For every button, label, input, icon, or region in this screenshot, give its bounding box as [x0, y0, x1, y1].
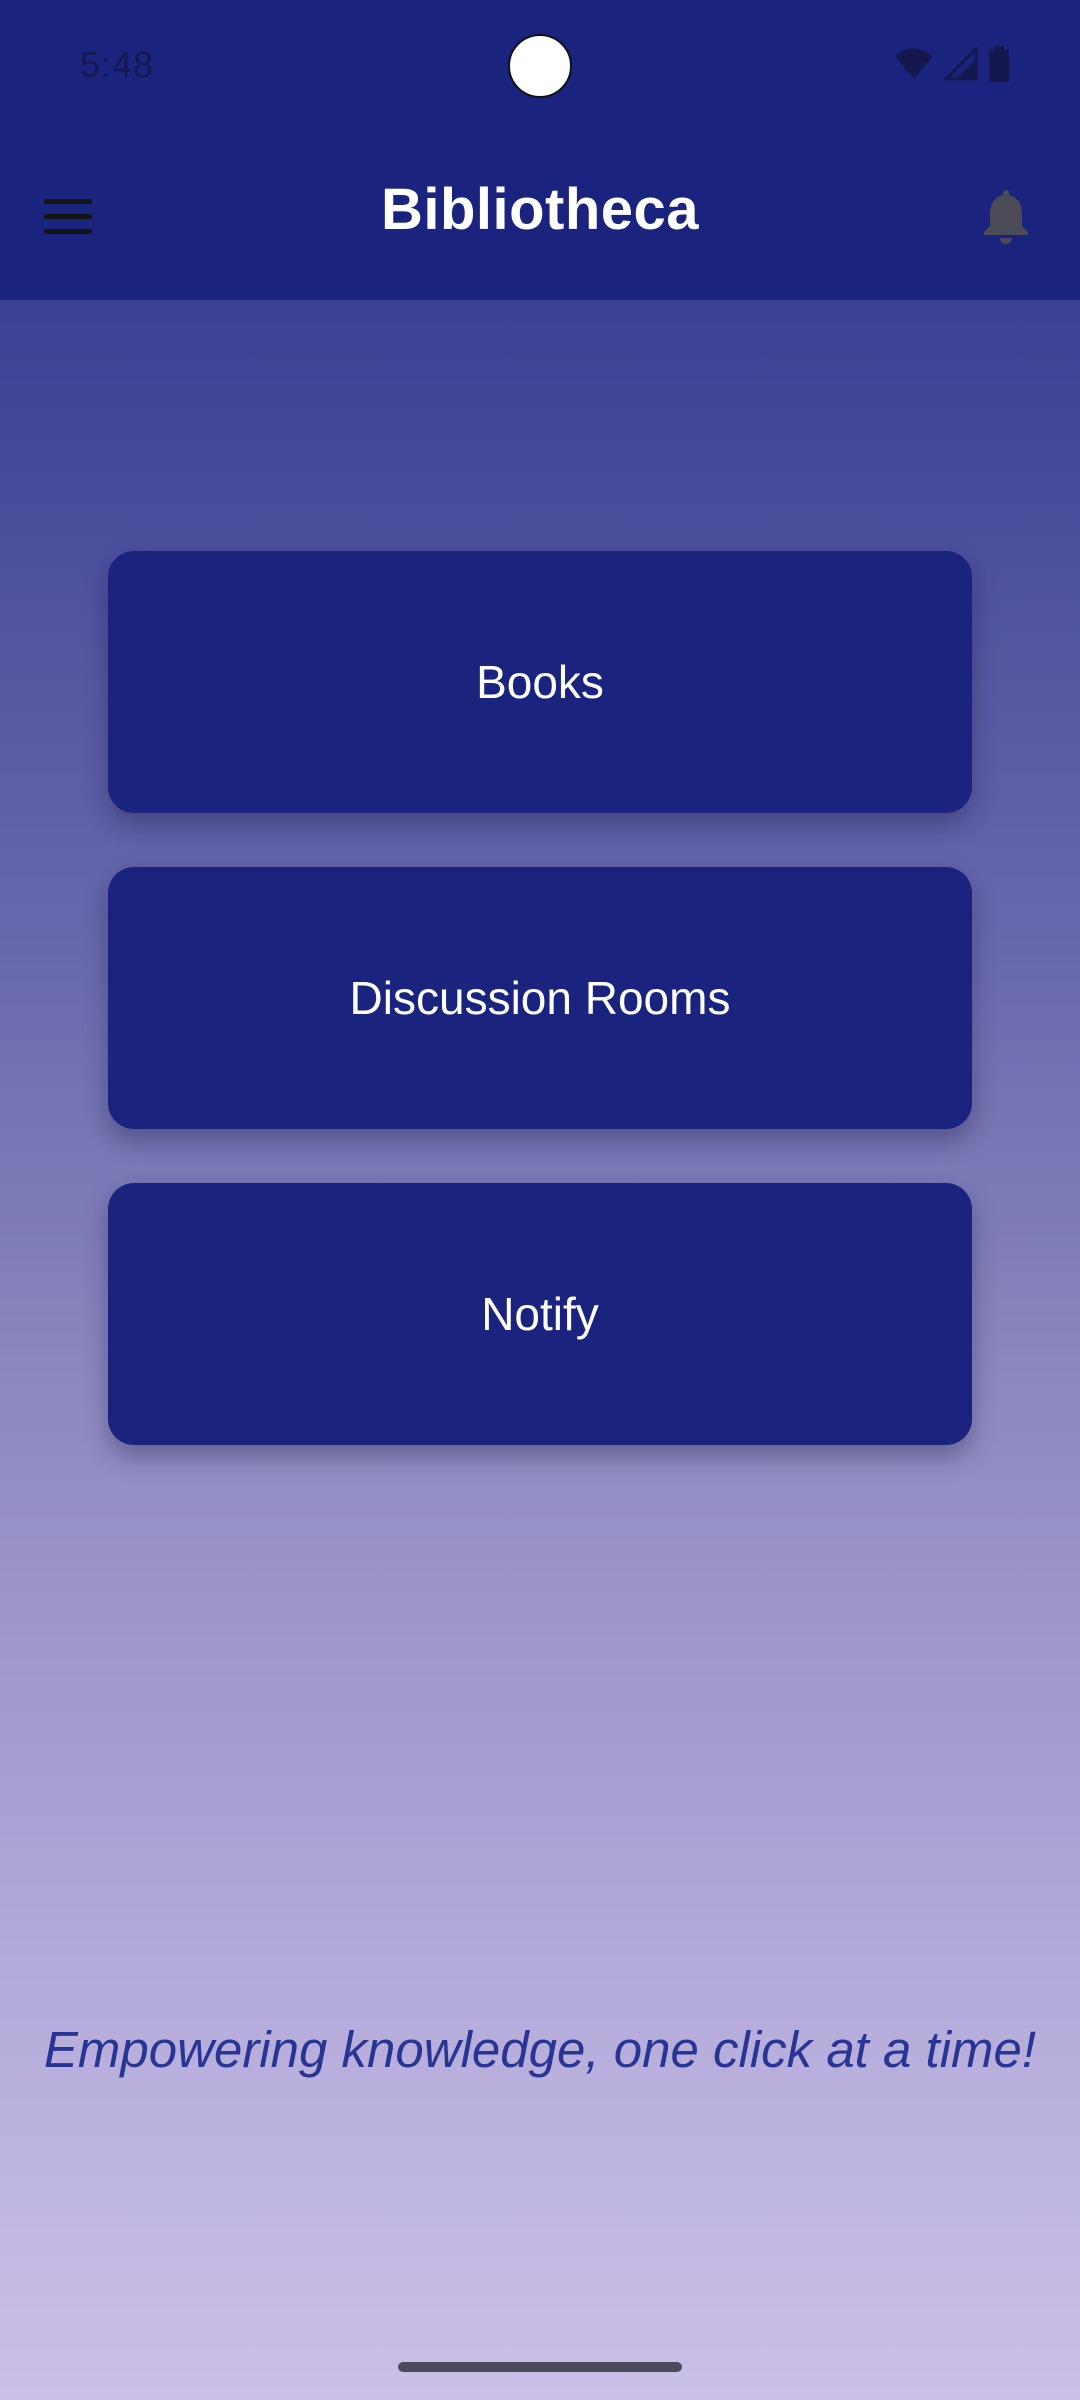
- bell-icon[interactable]: [978, 186, 1034, 246]
- app-bar: 5:48 Bibliotheca: [0, 0, 1080, 300]
- status-bar: 5:48: [0, 0, 1080, 130]
- status-time: 5:48: [80, 44, 155, 85]
- discussion-rooms-button[interactable]: Discussion Rooms: [108, 867, 972, 1129]
- home-indicator[interactable]: [398, 2362, 682, 2372]
- tagline: Empowering knowledge, one click at a tim…: [43, 2021, 1037, 2078]
- status-icons: [894, 44, 1010, 84]
- notify-button[interactable]: Notify: [108, 1183, 972, 1445]
- camera-cutout: [508, 34, 572, 98]
- home-screen: 5:48 Bibliotheca Books Discussion Rooms …: [0, 0, 1080, 2400]
- app-title: Bibliotheca: [380, 177, 700, 242]
- wifi-icon: [895, 48, 933, 79]
- signal-icon: [944, 47, 978, 81]
- books-button[interactable]: Books: [108, 551, 972, 813]
- battery-icon: [989, 46, 1009, 82]
